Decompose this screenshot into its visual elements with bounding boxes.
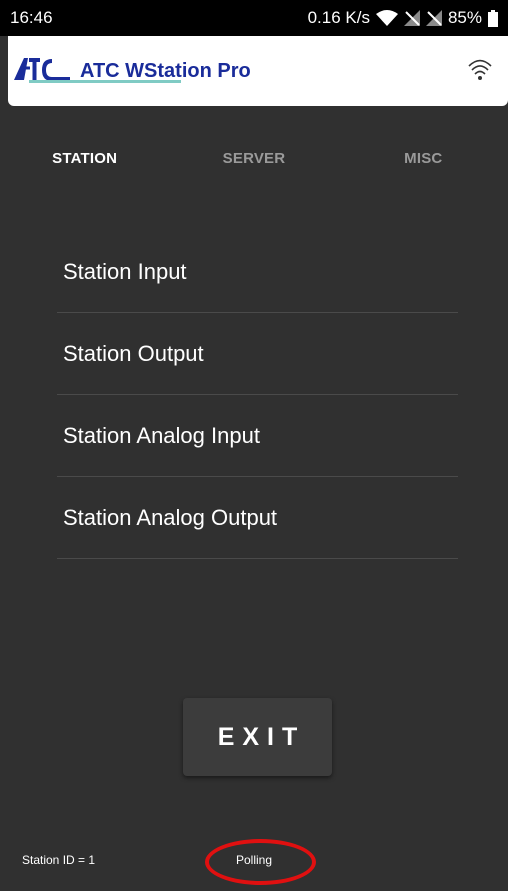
tab-station[interactable]: STATION xyxy=(0,106,169,192)
menu-item-station-analog-input[interactable]: Station Analog Input xyxy=(57,395,458,477)
menu-item-station-output[interactable]: Station Output xyxy=(57,313,458,395)
menu-item-station-input[interactable]: Station Input xyxy=(57,231,458,313)
status-bar: 16:46 0.16 K/s 85% xyxy=(0,0,508,36)
tab-server[interactable]: SERVER xyxy=(169,106,338,192)
no-signal-icon xyxy=(425,10,442,26)
app-screen: 16:46 0.16 K/s 85% ATC WStation Pro STAT… xyxy=(0,0,508,891)
battery-icon xyxy=(488,9,498,27)
wifi-icon[interactable] xyxy=(466,56,494,89)
app-header: ATC WStation Pro xyxy=(8,36,508,106)
station-menu: Station Input Station Output Station Ana… xyxy=(57,231,458,559)
status-time: 16:46 xyxy=(10,8,53,27)
tab-bar: STATION SERVER MISC xyxy=(0,106,508,192)
status-indicators: 0.16 K/s 85% xyxy=(308,8,498,28)
no-signal-icon xyxy=(403,10,420,26)
wifi-icon xyxy=(375,10,398,26)
network-speed: 0.16 K/s xyxy=(307,8,370,27)
annotation-circle xyxy=(205,839,316,885)
menu-item-station-analog-output[interactable]: Station Analog Output xyxy=(57,477,458,559)
exit-button[interactable]: EXIT xyxy=(183,698,332,776)
station-id-label: Station ID = 1 xyxy=(22,853,96,867)
battery-level: 85% xyxy=(447,8,482,27)
active-tab-indicator xyxy=(29,80,181,83)
tab-misc[interactable]: MISC xyxy=(339,106,508,192)
